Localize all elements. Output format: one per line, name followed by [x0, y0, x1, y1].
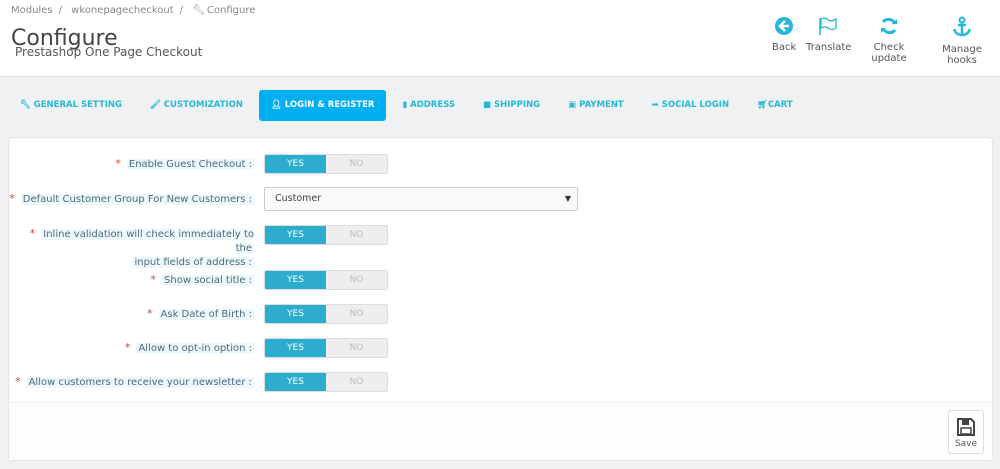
no-option[interactable]: NO [326, 226, 387, 244]
wrench-icon: 🔧︎ [192, 5, 205, 16]
check-update-button[interactable]: Check update [858, 16, 920, 64]
yes-option[interactable]: YES [265, 373, 326, 391]
brush-icon: 🖌︎ [149, 100, 164, 110]
yes-option[interactable]: YES [265, 271, 326, 289]
field-label: Allow customers to receive your newslett… [26, 377, 254, 388]
chevron-down-icon: ▼ [564, 194, 571, 203]
newsletter-toggle[interactable]: YES NO [264, 372, 388, 392]
wrench-icon: 🔧︎ [20, 100, 34, 110]
manage-hooks-button[interactable]: Manage hooks [929, 16, 995, 66]
yes-option[interactable]: YES [265, 155, 326, 173]
social-title-toggle[interactable]: YES NO [264, 270, 388, 290]
truck-icon: ■ [483, 100, 495, 110]
translate-label: Translate [806, 42, 852, 53]
manage-hooks-label: Manage hooks [942, 44, 982, 66]
cart-icon: 🛒︎ [757, 100, 768, 110]
translate-button[interactable]: Translate [806, 16, 852, 53]
field-label-line2: input fields of address : [132, 257, 254, 268]
field-label: Show social title : [162, 275, 254, 286]
tab-social-login[interactable]: ➦ SOCIAL LOGIN [640, 90, 741, 121]
tab-general-setting[interactable]: 🔧︎ GENERAL SETTING [8, 90, 134, 121]
no-option[interactable]: NO [326, 373, 387, 391]
money-icon: ▣ [568, 100, 580, 110]
field-label: Inline validation will check immediately… [41, 229, 254, 254]
back-button[interactable]: Back [772, 16, 796, 53]
back-label: Back [772, 42, 797, 53]
field-label: Ask Date of Birth : [158, 309, 254, 320]
inline-validation-toggle[interactable]: YES NO [264, 225, 388, 245]
page-header: Modules / wkonepagecheckout / 🔧︎ Configure … [0, 0, 1000, 77]
tab-login-register[interactable]: 👤︎ LOGIN & REGISTER [259, 90, 387, 121]
customer-group-select[interactable]: Customer ▼ [264, 187, 578, 211]
panel-footer: Save [9, 402, 992, 460]
config-tabs: 🔧︎ GENERAL SETTING 🖌︎ CUSTOMIZATION 👤︎ L… [8, 90, 809, 121]
no-option[interactable]: NO [326, 271, 387, 289]
field-label: Default Customer Group For New Customers… [20, 194, 254, 205]
breadcrumb-module[interactable]: wkonepagecheckout [71, 5, 174, 16]
opt-in-toggle[interactable]: YES NO [264, 338, 388, 358]
breadcrumb-modules[interactable]: Modules [11, 5, 53, 16]
save-label: Save [954, 439, 978, 449]
tab-customization[interactable]: 🖌︎ CUSTOMIZATION [138, 90, 255, 121]
user-icon: 👤︎ [271, 100, 285, 110]
yes-option[interactable]: YES [265, 226, 326, 244]
yes-option[interactable]: YES [265, 305, 326, 323]
tab-shipping[interactable]: ■ SHIPPING [471, 90, 552, 121]
share-icon: ➦ [651, 100, 662, 110]
tab-payment[interactable]: ▣ PAYMENT [556, 90, 636, 121]
date-of-birth-toggle[interactable]: YES NO [264, 304, 388, 324]
page-subtitle: Prestashop One Page Checkout [15, 45, 203, 59]
floppy-disk-icon [957, 418, 975, 436]
back-icon [775, 17, 793, 35]
tab-cart[interactable]: 🛒︎CART [745, 90, 805, 121]
breadcrumb-current: Configure [206, 5, 256, 16]
check-update-label: Check update [871, 42, 907, 64]
settings-panel: * Enable Guest Checkout : YES NO * Default … [8, 137, 993, 461]
breadcrumb: Modules / wkonepagecheckout / 🔧︎ Configure [11, 5, 256, 16]
no-option[interactable]: NO [326, 339, 387, 357]
yes-option[interactable]: YES [265, 339, 326, 357]
anchor-icon [952, 16, 972, 37]
book-icon: ▮ [402, 100, 411, 110]
flag-icon [819, 17, 837, 35]
no-option[interactable]: NO [326, 155, 387, 173]
refresh-icon [881, 17, 897, 35]
guest-checkout-toggle[interactable]: YES NO [264, 154, 388, 174]
field-label: Enable Guest Checkout : [126, 159, 254, 170]
save-button[interactable]: Save [948, 410, 984, 454]
tab-address[interactable]: ▮ ADDRESS [390, 90, 467, 121]
no-option[interactable]: NO [326, 305, 387, 323]
field-label: Allow to opt-in option : [136, 343, 254, 354]
